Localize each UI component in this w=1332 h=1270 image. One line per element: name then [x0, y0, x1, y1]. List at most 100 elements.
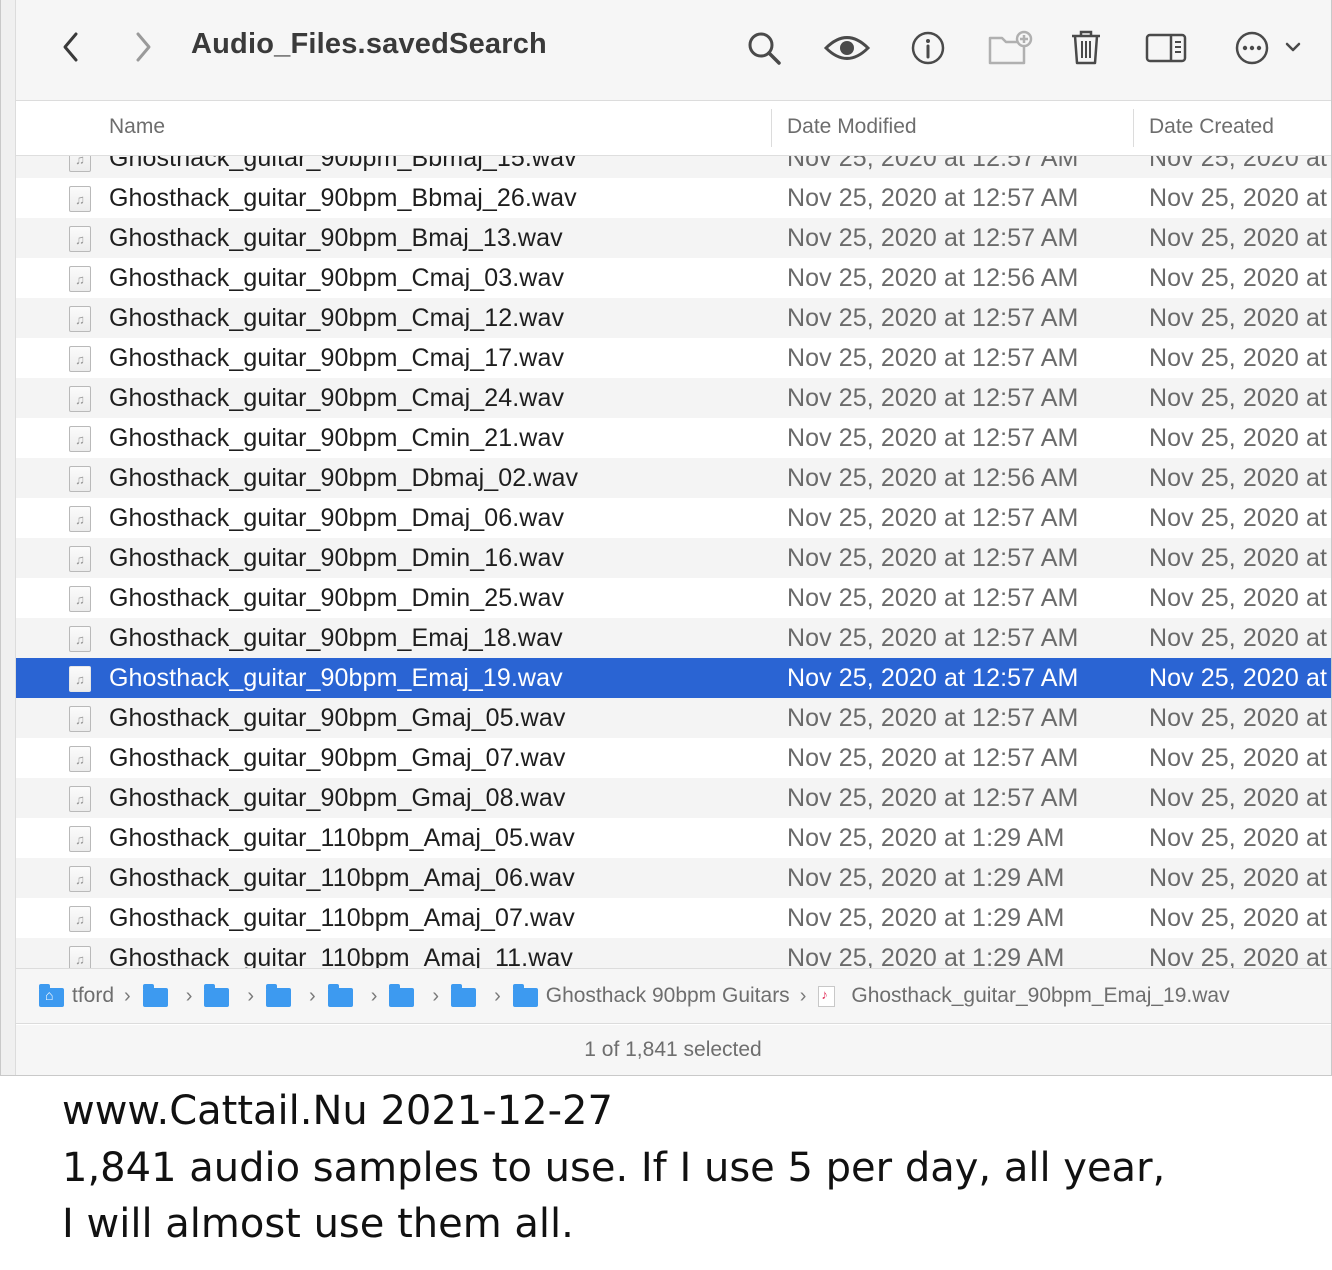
path-separator: › [247, 984, 255, 1007]
audio-file-icon: ♫ [69, 866, 91, 892]
file-date-modified: Nov 25, 2020 at 12:57 AM [787, 384, 1079, 412]
path-item-folder[interactable] [389, 983, 422, 1007]
file-row[interactable]: ♫ Ghosthack_guitar_90bpm_Dmin_16.wav Nov 2… [15, 538, 1331, 578]
file-name: Ghosthack_guitar_90bpm_Emaj_19.wav [109, 664, 563, 692]
file-row[interactable]: ♫ Ghosthack_guitar_90bpm_Cmaj_03.wav Nov 2… [15, 258, 1331, 298]
file-row[interactable]: ♫ Ghosthack_guitar_90bpm_Emaj_18.wav Nov 2… [15, 618, 1331, 658]
file-row[interactable]: ♫ Ghosthack_guitar_90bpm_Dmin_25.wav Nov 2… [15, 578, 1331, 618]
file-date-created: Nov 25, 2020 at 1:29 AM [1149, 904, 1331, 932]
quick-look-button[interactable] [819, 26, 875, 70]
caption-line-2: 1,841 audio samples to use. If I use 5 p… [62, 1145, 1166, 1191]
folder-icon [451, 983, 477, 1007]
path-separator: › [370, 984, 378, 1007]
audio-file-icon [818, 985, 836, 1007]
path-item-folder[interactable] [451, 983, 484, 1007]
file-row[interactable]: ♫ Ghosthack_guitar_90bpm_Gmaj_07.wav Nov 2… [15, 738, 1331, 778]
path-bar: tford › › › › › › › Ghosthack 90bpm Guitars ›… [15, 968, 1331, 1024]
file-date-created: Nov 25, 2020 at 12:57 AM [1149, 424, 1331, 452]
file-date-created: Nov 25, 2020 at 12:57 AM [1149, 544, 1331, 572]
get-info-button[interactable] [905, 26, 951, 70]
path-item-file[interactable]: Ghosthack_guitar_90bpm_Emaj_19.wav [818, 984, 1230, 1008]
home-folder-icon [39, 983, 64, 1007]
path-item-folder[interactable] [204, 983, 237, 1007]
file-name: Ghosthack_guitar_90bpm_Cmin_21.wav [109, 424, 565, 452]
more-actions-button[interactable] [1227, 26, 1305, 70]
path-item-home[interactable]: tford [39, 983, 114, 1008]
chevron-left-icon [63, 32, 78, 62]
file-date-created: Nov 25, 2020 at 12:57 AM [1149, 744, 1331, 772]
column-date-created-header[interactable]: Date Created [1149, 115, 1274, 139]
file-row[interactable]: ♫ Ghosthack_guitar_90bpm_Dmaj_06.wav Nov 2… [15, 498, 1331, 538]
file-date-created: Nov 25, 2020 at 12:57 AM [1149, 784, 1331, 812]
info-icon [911, 31, 945, 65]
file-list: ♫ Ghosthack_guitar_90bpm_Bbmaj_15.wav Nov … [15, 138, 1331, 968]
back-button[interactable] [53, 24, 89, 70]
audio-file-icon: ♫ [69, 426, 91, 452]
search-icon [748, 32, 781, 65]
path-item-folder[interactable] [266, 983, 299, 1007]
file-row[interactable]: ♫ Ghosthack_guitar_90bpm_Dbmaj_02.wav Nov … [15, 458, 1331, 498]
preview-pane-button[interactable] [1141, 26, 1191, 70]
audio-file-icon: ♫ [69, 346, 91, 372]
file-date-modified: Nov 25, 2020 at 12:57 AM [787, 544, 1079, 572]
column-divider[interactable] [771, 109, 772, 147]
file-date-modified: Nov 25, 2020 at 12:57 AM [787, 624, 1079, 652]
path-item-folder[interactable]: Ghosthack 90bpm Guitars [512, 983, 790, 1008]
file-date-created: Nov 25, 2020 at 12:56 AM [1149, 264, 1331, 292]
path-separator: › [309, 984, 316, 1007]
file-row[interactable]: ♫ Ghosthack_guitar_110bpm_Amaj_07.wav Nov … [15, 898, 1331, 938]
path-separator: › [185, 984, 193, 1007]
audio-file-icon: ♫ [69, 906, 91, 932]
path-item-folder[interactable] [142, 983, 176, 1007]
path-separator: › [124, 984, 131, 1007]
file-row[interactable]: ♫ Ghosthack_guitar_90bpm_Cmaj_24.wav Nov 2… [15, 378, 1331, 418]
path-separator: › [799, 984, 807, 1007]
audio-file-icon: ♫ [69, 946, 91, 968]
chevron-right-icon [136, 32, 151, 62]
file-date-modified: Nov 25, 2020 at 1:29 AM [787, 864, 1065, 892]
file-row[interactable]: ♫ Ghosthack_guitar_110bpm_Amaj_06.wav Nov … [15, 858, 1331, 898]
search-button[interactable] [741, 26, 787, 70]
file-date-modified: Nov 25, 2020 at 12:57 AM [787, 304, 1079, 332]
file-name: Ghosthack_guitar_90bpm_Bmaj_13.wav [109, 224, 563, 252]
file-row[interactable]: ♫ Ghosthack_guitar_90bpm_Bmaj_13.wav Nov 2… [15, 218, 1331, 258]
file-row[interactable]: ♫ Ghosthack_guitar_110bpm_Amaj_05.wav Nov … [15, 818, 1331, 858]
file-name: Ghosthack_guitar_90bpm_Cmaj_03.wav [109, 264, 565, 292]
file-row[interactable]: ♫ Ghosthack_guitar_110bpm_Amaj_11.wav Nov … [15, 938, 1331, 968]
path-item-folder[interactable] [327, 983, 361, 1007]
quick-look-eye-icon [823, 36, 871, 60]
audio-file-icon: ♫ [69, 466, 91, 492]
file-date-modified: Nov 25, 2020 at 12:56 AM [787, 464, 1079, 492]
file-name: Ghosthack_guitar_110bpm_Amaj_06.wav [109, 864, 575, 892]
file-date-created: Nov 25, 2020 at 12:57 AM [1149, 624, 1331, 652]
forward-button[interactable] [125, 24, 161, 70]
file-row-selected[interactable]: ♫ Ghosthack_guitar_90bpm_Emaj_19.wav Nov 2… [15, 658, 1331, 698]
file-date-modified: Nov 25, 2020 at 12:57 AM [787, 424, 1079, 452]
folder-icon [142, 983, 168, 1007]
file-row[interactable]: ♫ Ghosthack_guitar_90bpm_Gmaj_05.wav Nov 2… [15, 698, 1331, 738]
column-name-header[interactable]: Name [109, 115, 165, 139]
file-date-created: Nov 25, 2020 at 1:29 AM [1149, 824, 1331, 852]
caption-line-3: I will almost use them all. [62, 1201, 574, 1247]
audio-file-icon: ♫ [69, 186, 91, 212]
new-folder-button[interactable] [985, 26, 1035, 70]
file-date-modified: Nov 25, 2020 at 12:57 AM [787, 344, 1079, 372]
file-row[interactable]: ♫ Ghosthack_guitar_90bpm_Bbmaj_26.wav Nov … [15, 178, 1331, 218]
file-date-modified: Nov 25, 2020 at 1:29 AM [787, 824, 1065, 852]
file-row[interactable]: ♫ Ghosthack_guitar_90bpm_Cmaj_12.wav Nov 2… [15, 298, 1331, 338]
path-item-label: Ghosthack_guitar_90bpm_Emaj_19.wav [851, 984, 1230, 1007]
toolbar: Audio_Files.savedSearch [1, 0, 1331, 101]
trash-icon [1072, 30, 1100, 65]
file-date-modified: Nov 25, 2020 at 12:57 AM [787, 664, 1079, 692]
file-row[interactable]: ♫ Ghosthack_guitar_90bpm_Gmaj_08.wav Nov 2… [15, 778, 1331, 818]
column-divider[interactable] [1133, 109, 1134, 147]
column-date-modified-header[interactable]: Date Modified [787, 115, 917, 139]
audio-file-icon: ♫ [69, 586, 91, 612]
file-row[interactable]: ♫ Ghosthack_guitar_90bpm_Cmin_21.wav Nov 2… [15, 418, 1331, 458]
file-name: Ghosthack_guitar_90bpm_Emaj_18.wav [109, 624, 563, 652]
delete-button[interactable] [1065, 24, 1107, 70]
file-name: Ghosthack_guitar_90bpm_Dmin_16.wav [109, 544, 565, 572]
file-row[interactable]: ♫ Ghosthack_guitar_90bpm_Cmaj_17.wav Nov 2… [15, 338, 1331, 378]
file-name: Ghosthack_guitar_110bpm_Amaj_05.wav [109, 824, 575, 852]
status-bar: 1 of 1,841 selected [15, 1025, 1331, 1075]
